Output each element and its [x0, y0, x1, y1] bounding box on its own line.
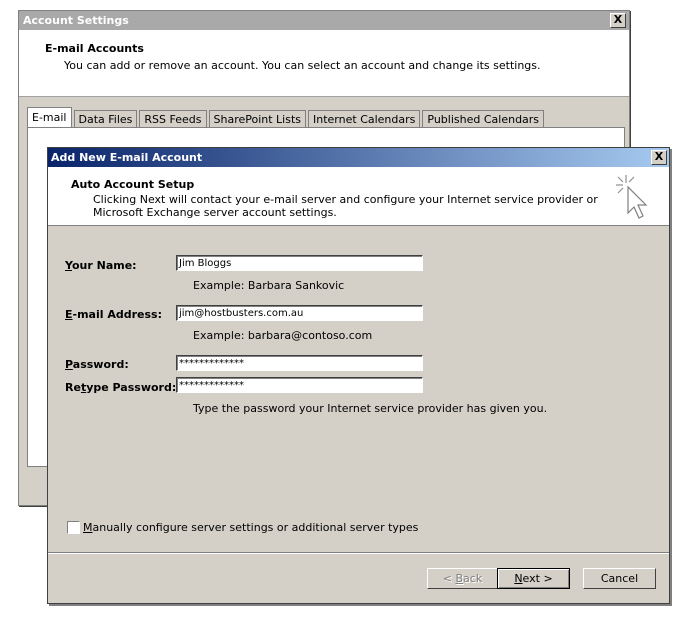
account-settings-titlebar: Account Settings X — [19, 11, 629, 30]
tab-sharepoint-lists[interactable]: SharePoint Lists — [208, 110, 307, 128]
account-settings-close-button[interactable]: X — [610, 13, 626, 28]
email-accounts-header: E-mail Accounts You can add or remove an… — [19, 30, 629, 97]
manual-config-label[interactable]: Manually configure server settings or ad… — [83, 521, 418, 534]
account-settings-title: Account Settings — [23, 14, 129, 27]
tab-published-calendars[interactable]: Published Calendars — [422, 110, 545, 128]
password-label: Password: — [65, 358, 129, 371]
email-accounts-title: E-mail Accounts — [45, 42, 144, 55]
cursor-sparkle-icon — [616, 175, 648, 219]
email-address-input[interactable]: jim@hostbusters.com.au — [176, 305, 423, 321]
tab-data-files[interactable]: Data Files — [73, 110, 138, 128]
email-accounts-description: You can add or remove an account. You ca… — [64, 59, 541, 72]
cancel-button[interactable]: Cancel — [583, 568, 656, 589]
back-button[interactable]: < Back — [427, 568, 498, 589]
add-email-close-button[interactable]: X — [651, 150, 667, 165]
account-settings-tabs: E-mail Data Files RSS Feeds SharePoint List… — [27, 107, 629, 146]
your-name-input[interactable]: Jim Bloggs — [176, 255, 423, 271]
tab-e-mail[interactable]: E-mail — [27, 107, 72, 128]
next-button[interactable]: Next > — [497, 568, 570, 589]
retype-password-input[interactable]: ************* — [176, 377, 423, 393]
email-address-label: E-mail Address: — [65, 308, 162, 321]
add-email-titlebar: Add New E-mail Account X — [48, 148, 669, 167]
manual-config-checkbox[interactable] — [67, 521, 80, 534]
auto-account-setup-description: Clicking Next will contact your e-mail s… — [93, 193, 598, 219]
password-hint: Type the password your Internet service … — [193, 402, 548, 415]
auto-account-setup-title: Auto Account Setup — [71, 178, 195, 191]
tab-rss-feeds[interactable]: RSS Feeds — [139, 110, 207, 128]
email-address-example: Example: barbara@contoso.com — [193, 329, 373, 342]
add-email-account-dialog: Add New E-mail Account X Auto Account Se… — [47, 147, 670, 604]
password-input[interactable]: ************* — [176, 355, 423, 371]
your-name-label: Your Name: — [65, 259, 137, 272]
auto-account-setup-header: Auto Account Setup Clicking Next will co… — [48, 167, 669, 226]
tab-internet-calendars[interactable]: Internet Calendars — [308, 110, 421, 128]
add-email-title: Add New E-mail Account — [51, 151, 203, 164]
retype-password-label: Retype Password: — [65, 381, 177, 394]
your-name-example: Example: Barbara Sankovic — [193, 279, 345, 292]
footer-divider — [48, 552, 669, 554]
